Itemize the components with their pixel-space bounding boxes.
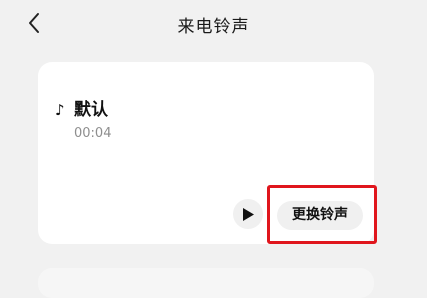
page-title: 来电铃声	[177, 17, 250, 37]
play-icon	[243, 207, 254, 221]
ringtone-card: ♪ 默认 00:04 更换铃声	[38, 62, 374, 244]
music-note-icon: ♪	[55, 101, 65, 119]
next-section-card	[38, 268, 374, 298]
ringtone-name: 默认	[74, 100, 108, 120]
top-bar: 来电铃声	[0, 0, 427, 48]
change-ringtone-button[interactable]: 更换铃声	[277, 201, 363, 230]
ringtone-duration: 00:04	[74, 126, 112, 141]
play-button[interactable]	[233, 199, 263, 229]
